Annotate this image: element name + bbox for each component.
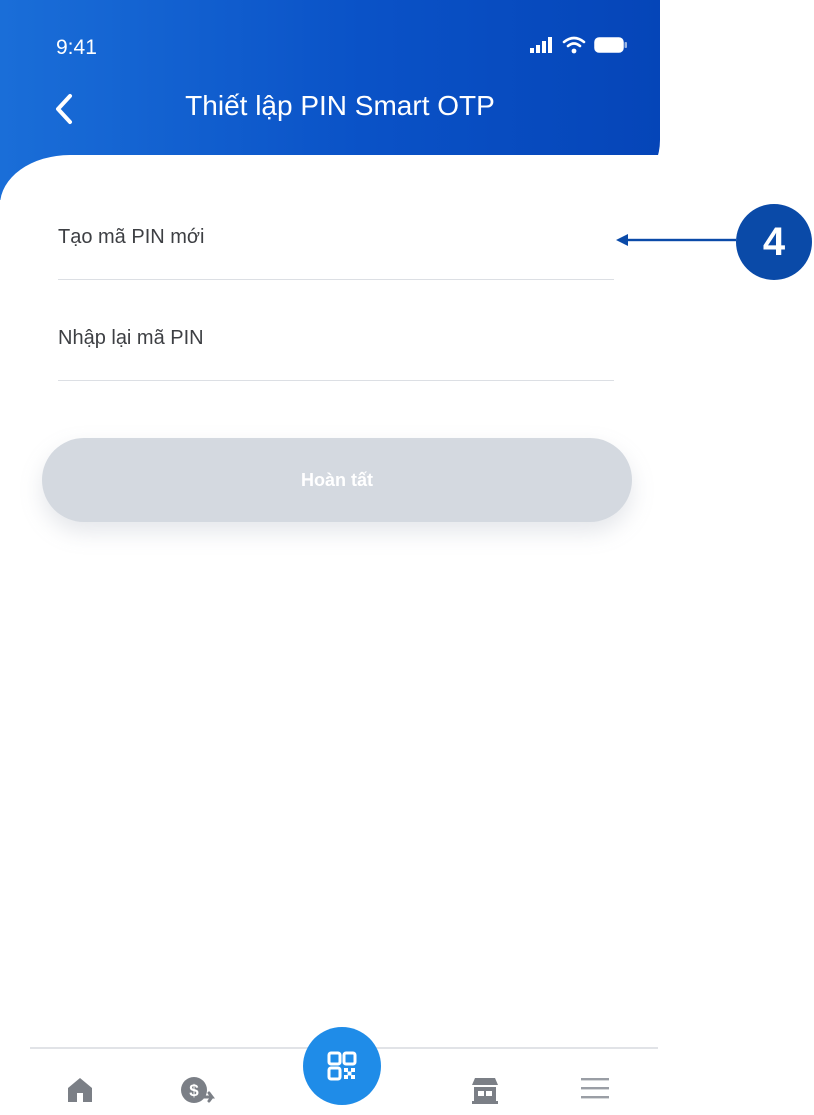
wifi-icon [562,36,586,54]
signal-icon [530,37,552,53]
new-pin-field[interactable]: Tạo mã PIN mới [58,210,618,281]
app-screen: 9:41 Thiết lập PIN Smart OTP Tạo mã PIN … [0,0,660,1115]
done-button[interactable]: Hoàn tất [42,438,632,522]
page-title: Thiết lập PIN Smart OTP [185,90,495,121]
content-sheet [0,155,660,1115]
store-icon[interactable] [470,1076,500,1104]
svg-text:$: $ [189,1081,199,1100]
annotation-arrow [616,234,736,246]
step-badge: 4 [736,204,812,280]
battery-icon [594,37,627,53]
confirm-pin-input[interactable] [58,311,618,382]
qr-code-icon [327,1051,357,1081]
menu-icon[interactable] [580,1076,610,1100]
confirm-pin-field[interactable]: Nhập lại mã PIN [58,311,618,382]
status-icons [530,36,628,54]
home-icon[interactable] [66,1076,94,1102]
money-transfer-icon[interactable]: $ [180,1076,216,1106]
status-time: 9:41 [56,36,97,59]
qr-scan-button[interactable] [303,1027,381,1105]
new-pin-input[interactable] [58,210,618,281]
